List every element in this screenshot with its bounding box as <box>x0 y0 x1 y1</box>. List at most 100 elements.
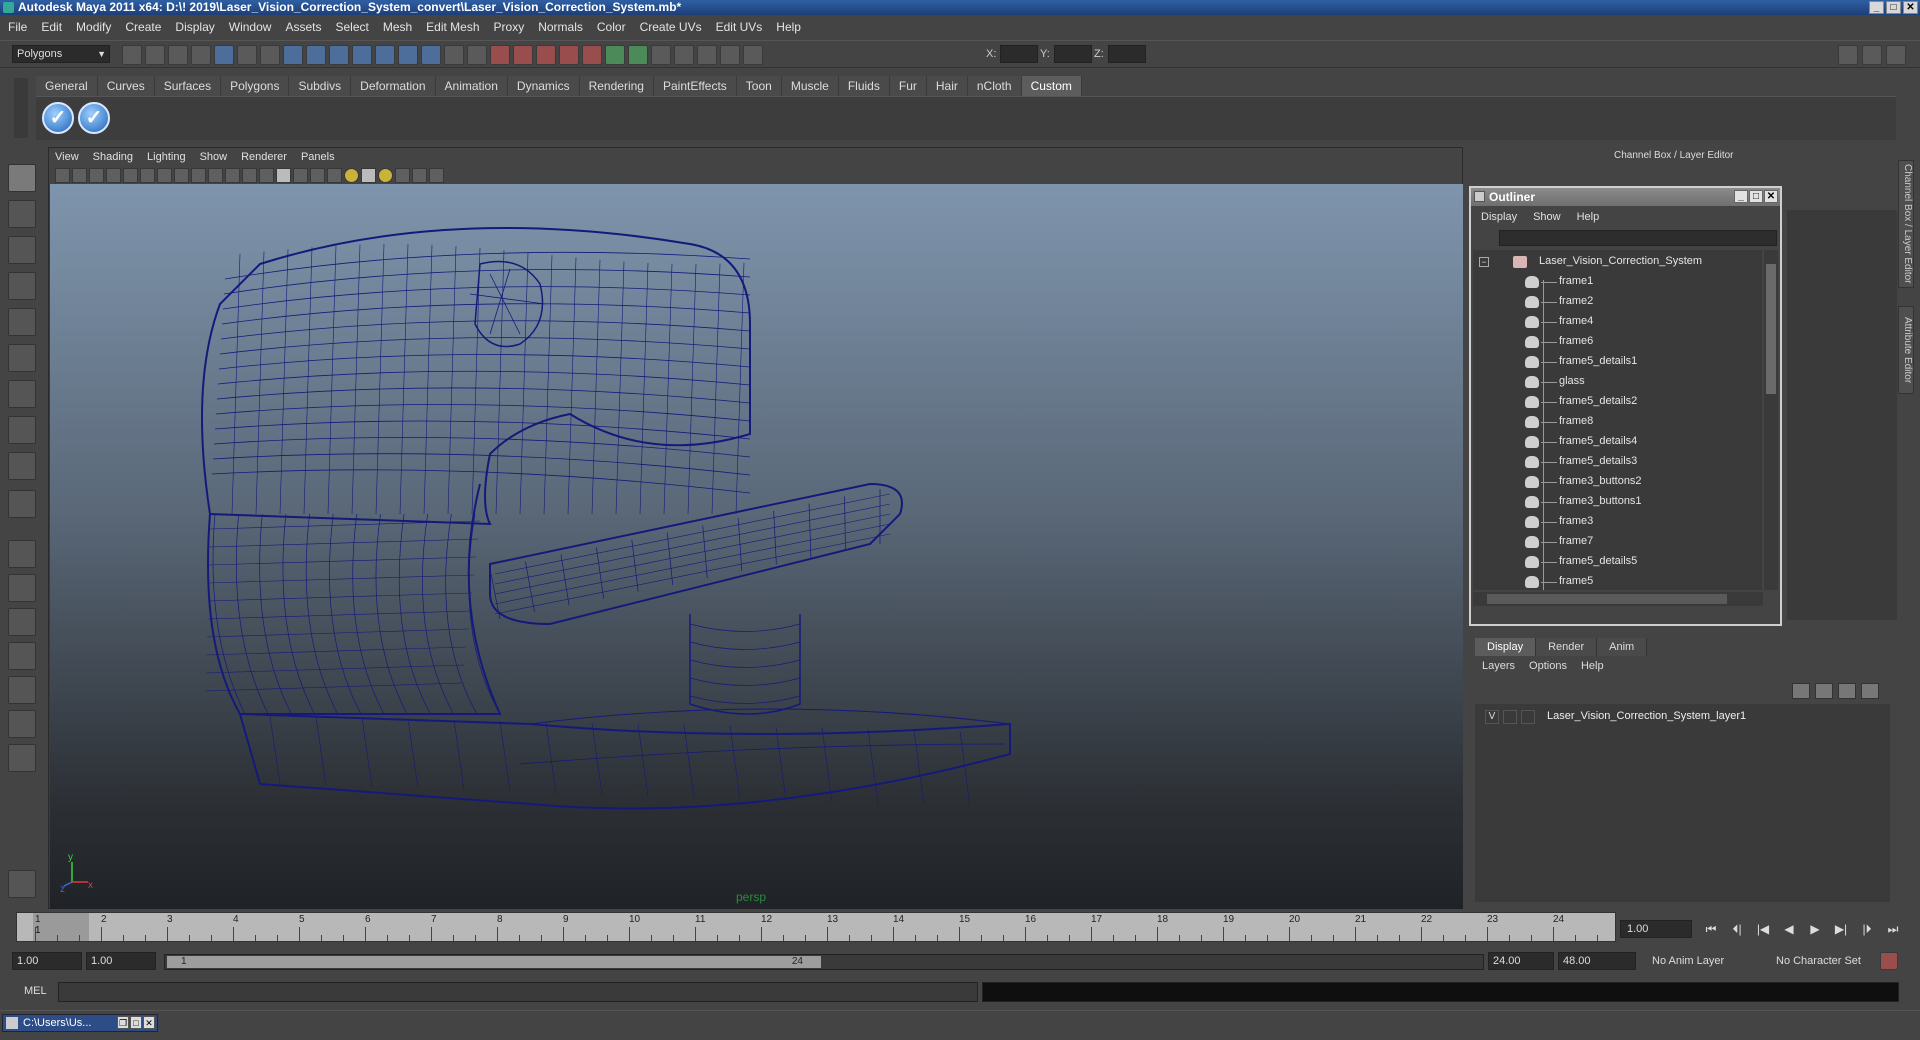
restore-button[interactable]: ❐ <box>117 1016 129 1029</box>
xray-icon[interactable] <box>412 167 427 183</box>
layer-tab-display[interactable]: Display <box>1475 638 1537 656</box>
select-tool-icon[interactable] <box>8 164 36 192</box>
make-live-icon[interactable] <box>375 45 395 65</box>
collapse-icon[interactable]: − <box>1479 257 1489 267</box>
shadows-icon[interactable] <box>361 167 376 183</box>
outliner-filter-input[interactable] <box>1499 230 1777 246</box>
outliner-item[interactable]: frame5_details2 <box>1473 392 1762 412</box>
go-to-start-button[interactable]: ⏮ <box>1700 920 1722 938</box>
save-scene-icon[interactable] <box>168 45 188 65</box>
layer-row[interactable]: V Laser_Vision_Correction_System_layer1 <box>1477 708 1887 726</box>
menu-file[interactable]: File <box>8 20 27 34</box>
maximize-button[interactable]: □ <box>130 1016 142 1029</box>
help-line-icon[interactable] <box>421 45 441 65</box>
snap-to-curve-icon[interactable] <box>306 45 326 65</box>
menu-create[interactable]: Create <box>125 20 161 34</box>
paint-select-tool-icon[interactable] <box>8 236 36 264</box>
outliner-item[interactable]: frame5 <box>1473 572 1762 590</box>
viewport-menu-panels[interactable]: Panels <box>301 151 335 163</box>
outliner-minimize-button[interactable]: _ <box>1734 190 1748 203</box>
show-hide-channel-box-icon[interactable] <box>651 45 671 65</box>
smooth-shade-icon[interactable] <box>293 167 308 183</box>
command-language-label[interactable]: MEL <box>24 985 47 997</box>
move-tool-icon[interactable] <box>8 272 36 300</box>
layer-visibility-toggle[interactable]: V <box>1485 710 1499 724</box>
go-to-end-button[interactable]: ⏭ <box>1882 920 1904 938</box>
shelf-tab-ncloth[interactable]: nCloth <box>967 76 1022 96</box>
layer-menu-layers[interactable]: Layers <box>1482 660 1515 672</box>
range-slider-thumb[interactable]: 1 24 <box>167 956 821 968</box>
input-output-icon[interactable] <box>444 45 464 65</box>
graph-editor-layout-icon[interactable] <box>8 642 36 670</box>
resolution-gate-icon[interactable] <box>191 167 206 183</box>
safe-title-icon[interactable] <box>259 167 274 183</box>
create-empty-layer-icon[interactable] <box>1838 683 1856 699</box>
shelf-tab-toon[interactable]: Toon <box>736 76 782 96</box>
viewport-scene[interactable]: persp y x z <box>50 184 1463 909</box>
outliner-menu-display[interactable]: Display <box>1481 211 1517 223</box>
shelf-tab-fluids[interactable]: Fluids <box>838 76 890 96</box>
manipulator-tool-icon[interactable] <box>8 380 36 408</box>
scroll-thumb[interactable] <box>1766 264 1776 394</box>
minimized-window-item[interactable]: C:\Users\Us... ❐ □ ✕ <box>2 1014 158 1032</box>
show-hide-attribute-editor-icon[interactable] <box>605 45 625 65</box>
render-current-frame-icon[interactable] <box>490 45 510 65</box>
menu-select[interactable]: Select <box>335 20 368 34</box>
shelf-tab-hair[interactable]: Hair <box>926 76 968 96</box>
animation-preferences-icon[interactable] <box>1880 952 1898 970</box>
outliner-maximize-button[interactable]: □ <box>1749 190 1763 203</box>
menu-proxy[interactable]: Proxy <box>494 20 525 34</box>
dope-sheet-layout-icon[interactable] <box>8 710 36 738</box>
outliner-item[interactable]: frame5_details1 <box>1473 352 1762 372</box>
menu-modify[interactable]: Modify <box>76 20 111 34</box>
outliner-item[interactable]: frame5_details5 <box>1473 552 1762 572</box>
bookmarks-icon[interactable] <box>89 167 104 183</box>
menu-normals[interactable]: Normals <box>538 20 583 34</box>
select-by-component-icon[interactable] <box>237 45 257 65</box>
move-layer-up-icon[interactable] <box>1792 683 1810 699</box>
menu-help[interactable]: Help <box>776 20 801 34</box>
menu-window[interactable]: Window <box>229 20 272 34</box>
last-tool-icon[interactable] <box>8 490 36 518</box>
shelf-tab-animation[interactable]: Animation <box>435 76 508 96</box>
textured-icon[interactable] <box>327 167 342 183</box>
xray-joints-icon[interactable] <box>429 167 444 183</box>
shelf-tab-dynamics[interactable]: Dynamics <box>507 76 580 96</box>
grid-icon[interactable] <box>157 167 172 183</box>
side-tab-attribute-editor[interactable]: Attribute Editor <box>1898 306 1914 394</box>
layer-tab-render[interactable]: Render <box>1536 638 1598 656</box>
command-input[interactable] <box>58 982 978 1002</box>
play-backwards-button[interactable]: ◀ <box>1778 920 1800 938</box>
z-field[interactable] <box>1107 45 1146 63</box>
range-slider[interactable]: 1 24 <box>164 954 1484 970</box>
soft-modification-tool-icon[interactable] <box>8 416 36 444</box>
menu-edit-mesh[interactable]: Edit Mesh <box>426 20 479 34</box>
outliner-item[interactable]: frame2 <box>1473 292 1762 312</box>
outliner-layout-icon[interactable] <box>8 608 36 636</box>
show-manipulator-tool-icon[interactable] <box>8 452 36 480</box>
outliner-item[interactable]: frame3 <box>1473 512 1762 532</box>
custom-shelf-button-2[interactable]: ✓ <box>78 102 110 134</box>
shelf-tab-subdivs[interactable]: Subdivs <box>289 76 352 96</box>
outliner-item[interactable]: frame7 <box>1473 532 1762 552</box>
outliner-item[interactable]: frame5_details3 <box>1473 452 1762 472</box>
shelf-tab-painteffects[interactable]: PaintEffects <box>653 76 737 96</box>
isolate-select-icon[interactable] <box>395 167 410 183</box>
film-gate-icon[interactable] <box>174 167 189 183</box>
outliner-menu-show[interactable]: Show <box>1533 211 1561 223</box>
viewport-menu-show[interactable]: Show <box>200 151 228 163</box>
new-scene-icon[interactable] <box>122 45 142 65</box>
outliner-horizontal-scrollbar[interactable] <box>1473 592 1763 606</box>
construction-history-icon[interactable] <box>467 45 487 65</box>
four-view-layout-icon[interactable] <box>8 574 36 602</box>
menu-create-uvs[interactable]: Create UVs <box>640 20 702 34</box>
outliner-menu-help[interactable]: Help <box>1577 211 1600 223</box>
side-tab-channel-box[interactable]: Channel Box / Layer Editor <box>1898 160 1914 288</box>
menu-edit-uvs[interactable]: Edit UVs <box>716 20 763 34</box>
render-view-icon[interactable] <box>582 45 602 65</box>
hypershade-icon[interactable] <box>559 45 579 65</box>
laser-vision-system-wireframe[interactable] <box>50 184 1463 909</box>
move-layer-down-icon[interactable] <box>1815 683 1833 699</box>
history-icon[interactable] <box>398 45 418 65</box>
grease-pencil-icon[interactable] <box>140 167 155 183</box>
